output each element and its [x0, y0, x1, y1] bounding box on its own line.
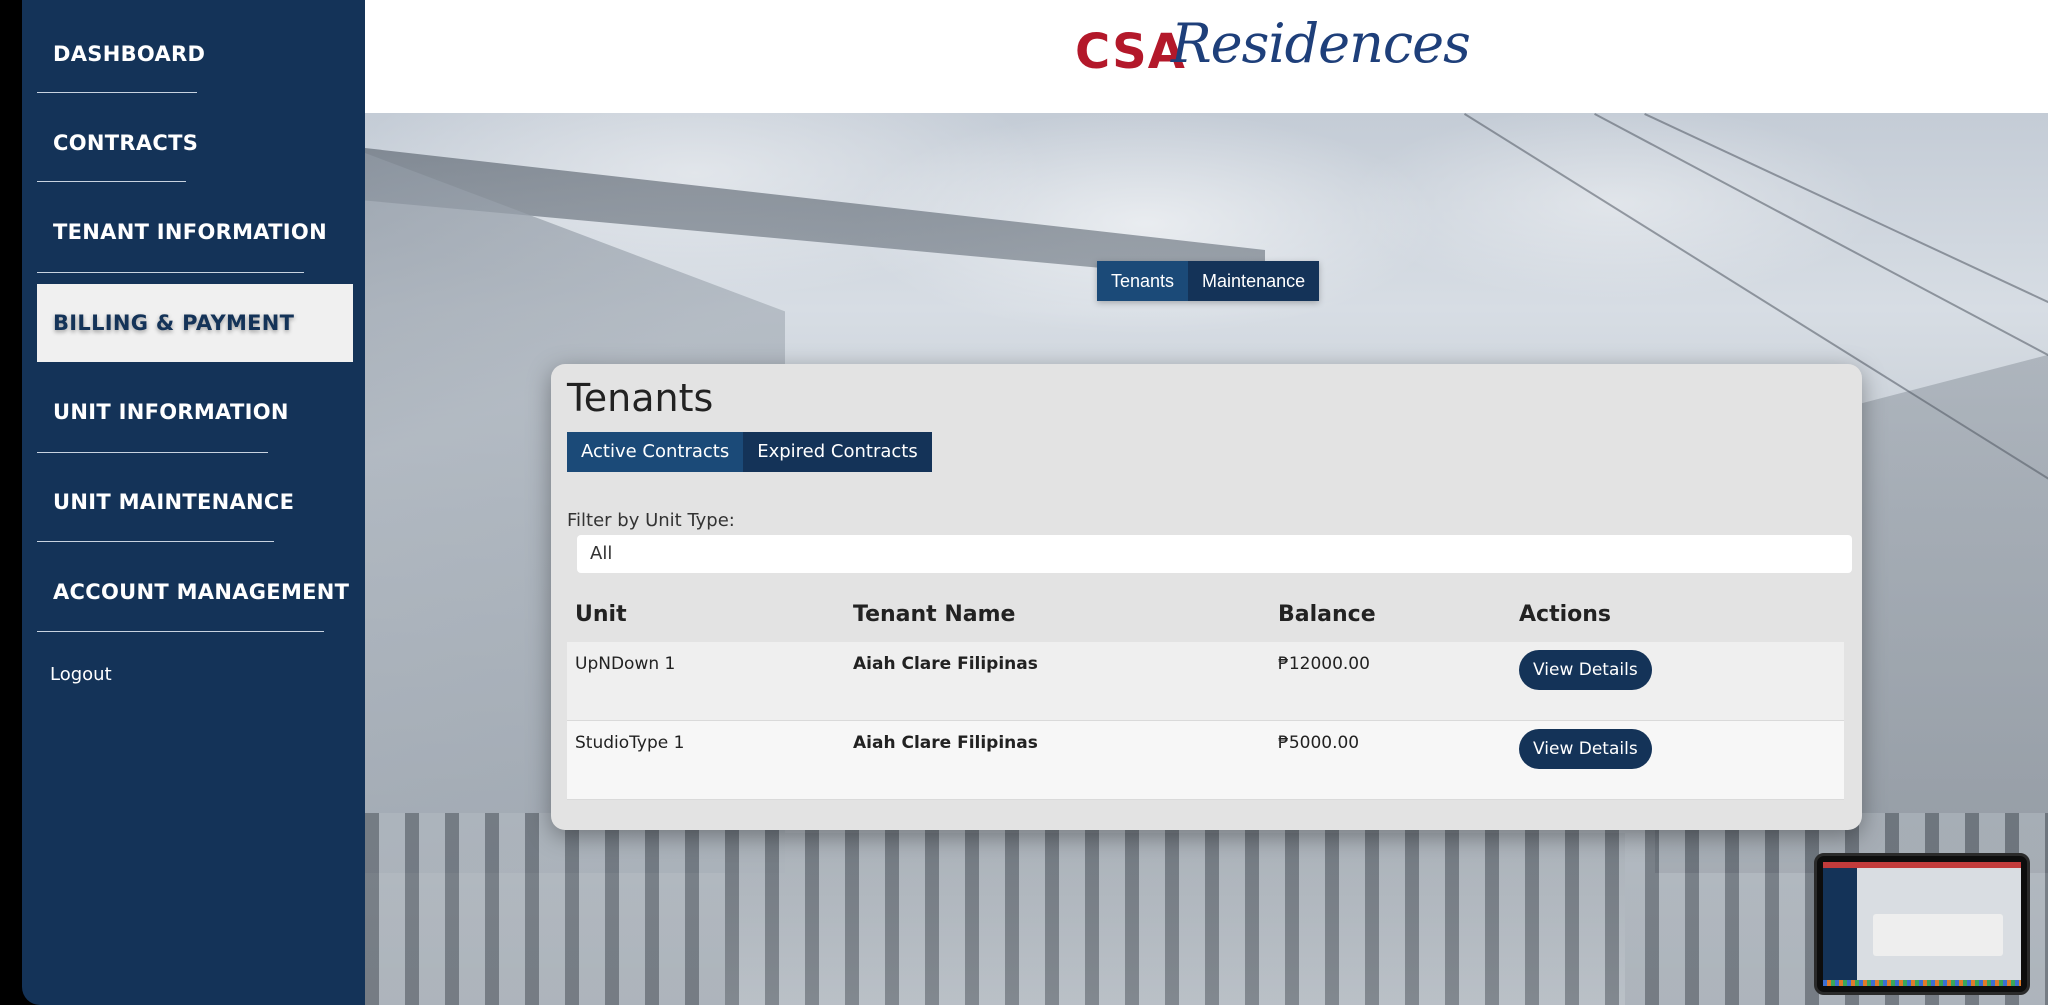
fence: [365, 813, 2048, 1005]
thumbnail-card: [1873, 914, 2003, 956]
view-details-button[interactable]: View Details: [1519, 729, 1652, 769]
thumbnail-sidebar: [1823, 868, 1857, 986]
tab-expired-contracts[interactable]: Expired Contracts: [743, 432, 932, 472]
cell-tenant-name: Aiah Clare Filipinas: [853, 654, 1038, 674]
brand-name-csa: CSA: [1075, 24, 1186, 80]
tab-active-contracts[interactable]: Active Contracts: [567, 432, 744, 472]
cell-unit: UpNDown 1: [575, 654, 676, 674]
cell-tenant-name: Aiah Clare Filipinas: [853, 733, 1038, 753]
column-header-unit: Unit: [575, 602, 627, 627]
maintenance-toggle-button[interactable]: Maintenance: [1188, 261, 1320, 301]
tenants-toggle-button[interactable]: Tenants: [1097, 261, 1189, 301]
divider: [37, 631, 324, 632]
sidebar-item-account-management[interactable]: ACCOUNT MANAGEMENT: [37, 553, 349, 632]
cell-balance: ₱12000.00: [1278, 654, 1370, 674]
tenants-card: Tenants Active Contracts Expired Contrac…: [551, 364, 1862, 830]
sidebar: DASHBOARD CONTRACTS TENANT INFORMATION B…: [22, 0, 365, 1005]
column-header-tenant-name: Tenant Name: [853, 602, 1016, 627]
divider: [37, 452, 268, 453]
sidebar-item-label: UNIT MAINTENANCE: [53, 490, 295, 514]
sidebar-item-contracts[interactable]: CONTRACTS: [37, 105, 198, 182]
sidebar-item-billing-payment[interactable]: BILLING & PAYMENT: [37, 284, 353, 362]
column-header-actions: Actions: [1519, 602, 1611, 627]
view-details-button[interactable]: View Details: [1519, 650, 1652, 690]
filter-label: Filter by Unit Type:: [567, 510, 735, 531]
view-toggle: Tenants Maintenance: [1097, 261, 1320, 301]
header: CSA Residences: [365, 0, 2048, 113]
divider: [37, 541, 274, 542]
sidebar-item-dashboard[interactable]: DASHBOARD: [37, 16, 205, 93]
unit-type-filter-select[interactable]: All: [577, 535, 1852, 573]
table-header: Unit Tenant Name Balance Actions: [567, 590, 1844, 642]
brand-name-residences: Residences: [1171, 12, 1471, 75]
sidebar-item-label: BILLING & PAYMENT: [53, 311, 295, 335]
sidebar-item-unit-maintenance[interactable]: UNIT MAINTENANCE: [37, 463, 294, 542]
column-header-balance: Balance: [1278, 602, 1376, 627]
sidebar-item-label: ACCOUNT MANAGEMENT: [53, 580, 350, 604]
cell-unit: StudioType 1: [575, 733, 685, 753]
divider: [37, 181, 186, 182]
thumbnail-screen: [1823, 862, 2021, 986]
sidebar-item-tenant-information[interactable]: TENANT INFORMATION: [37, 194, 327, 273]
sidebar-item-label: DASHBOARD: [53, 42, 206, 66]
screenshot-thumbnail-preview[interactable]: [1814, 853, 2030, 995]
brand-logo: CSA Residences: [1075, 8, 1471, 103]
divider: [37, 92, 197, 93]
page-title: Tenants: [567, 376, 714, 420]
sidebar-item-label: UNIT INFORMATION: [53, 400, 289, 424]
table-row: UpNDown 1 Aiah Clare Filipinas ₱12000.00…: [567, 642, 1844, 721]
sidebar-item-unit-information[interactable]: UNIT INFORMATION: [37, 374, 288, 453]
thumbnail-dock: [1823, 980, 2021, 986]
logout-link[interactable]: Logout: [50, 664, 112, 685]
sidebar-item-label: TENANT INFORMATION: [53, 220, 327, 244]
table-row: StudioType 1 Aiah Clare Filipinas ₱5000.…: [567, 721, 1844, 800]
cell-balance: ₱5000.00: [1278, 733, 1360, 753]
sidebar-item-label: CONTRACTS: [53, 131, 199, 155]
divider: [37, 272, 304, 273]
app-window: DASHBOARD CONTRACTS TENANT INFORMATION B…: [0, 0, 2048, 1005]
contract-tabs: Active Contracts Expired Contracts: [567, 432, 932, 472]
